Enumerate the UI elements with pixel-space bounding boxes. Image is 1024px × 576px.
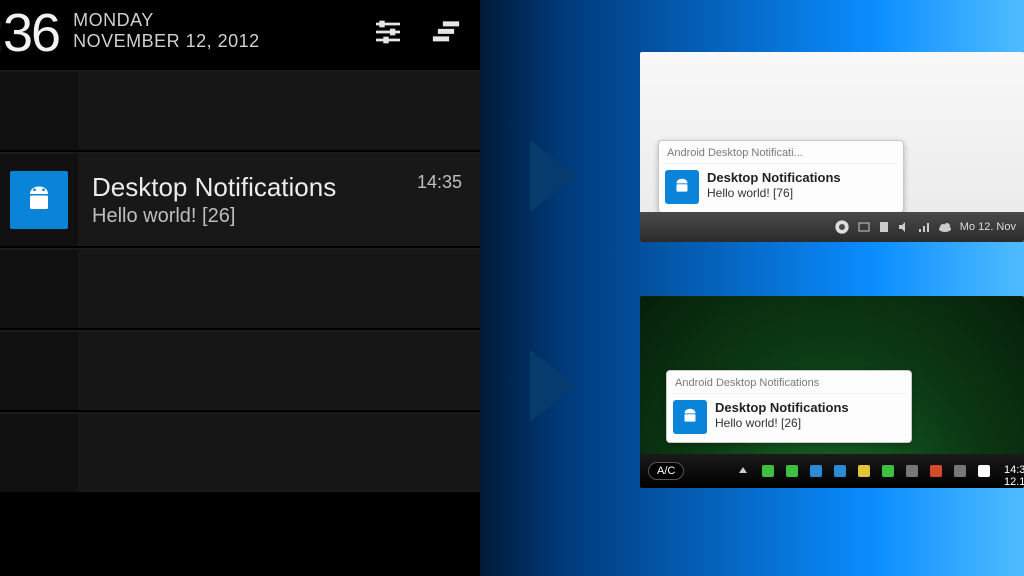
notification-row-placeholder	[0, 248, 480, 330]
tray-icon[interactable]	[858, 465, 870, 477]
network-icon[interactable]	[918, 221, 930, 233]
notification-title: Desktop Notifications	[92, 172, 466, 203]
popup-body: Hello world! [26]	[715, 416, 849, 430]
volume-icon[interactable]	[898, 221, 910, 233]
status-day: MONDAY	[73, 10, 260, 31]
chevron-up-icon[interactable]	[738, 465, 750, 477]
cloud-icon[interactable]	[938, 221, 952, 233]
system-tray: 14:3 12.11.	[736, 465, 1016, 477]
popup-header: Android Desktop Notificati...	[665, 145, 897, 164]
popup-title: Desktop Notifications	[715, 400, 849, 415]
chrome-icon[interactable]	[834, 219, 850, 235]
network-icon[interactable]	[954, 465, 966, 477]
tray-icon[interactable]	[930, 465, 942, 477]
status-date-text: NOVEMBER 12, 2012	[73, 31, 260, 52]
android-app-icon	[665, 170, 699, 204]
tray-icon[interactable]	[810, 465, 822, 477]
status-clock: :36	[0, 6, 59, 60]
desktop-notification-popup[interactable]: Android Desktop Notifications Desktop No…	[666, 370, 912, 443]
tray-icon[interactable]	[878, 221, 890, 233]
tray-icon[interactable]	[882, 465, 894, 477]
popup-header: Android Desktop Notifications	[673, 375, 905, 394]
popup-title: Desktop Notifications	[707, 170, 841, 185]
notification-row[interactable]: Desktop Notifications Hello world! [26] …	[0, 152, 480, 248]
status-bar: :36 MONDAY NOVEMBER 12, 2012	[0, 0, 480, 70]
android-app-icon	[673, 400, 707, 434]
popup-body: Hello world! [76]	[707, 186, 841, 200]
desktop-screenshot-linux: Android Desktop Notificati... Desktop No…	[640, 52, 1024, 242]
notification-row-placeholder	[0, 412, 480, 494]
taskbar: A/C 14:3 12.11.	[640, 454, 1024, 488]
taskbar: Mo 12. Nov	[640, 212, 1024, 242]
status-date: MONDAY NOVEMBER 12, 2012	[73, 10, 260, 51]
notification-app-icon-cell	[0, 154, 78, 246]
notification-row-placeholder	[0, 330, 480, 412]
power-badge[interactable]: A/C	[648, 462, 684, 480]
tray-icon[interactable]	[906, 465, 918, 477]
arrow-icon	[530, 140, 576, 212]
tray-icon[interactable]	[786, 465, 798, 477]
notification-row-placeholder	[0, 70, 480, 152]
volume-icon[interactable]	[978, 465, 990, 477]
notification-time: 14:35	[417, 172, 462, 193]
clear-all-icon[interactable]	[424, 10, 468, 54]
taskbar-clock[interactable]: 14:3 12.11.	[1002, 465, 1014, 477]
arrow-icon	[530, 350, 576, 422]
quick-settings-icon[interactable]	[366, 10, 410, 54]
tray-icon[interactable]	[834, 465, 846, 477]
tray-icon[interactable]	[858, 221, 870, 233]
tray-icon[interactable]	[762, 465, 774, 477]
system-tray: Mo 12. Nov	[834, 219, 1016, 235]
desktop-screenshot-windows: Android Desktop Notifications Desktop No…	[640, 296, 1024, 488]
desktop-notification-popup[interactable]: Android Desktop Notificati... Desktop No…	[658, 140, 904, 213]
taskbar-date: Mo 12. Nov	[960, 221, 1016, 233]
android-app-icon	[10, 171, 68, 229]
notification-body: Hello world! [26]	[92, 205, 466, 228]
android-notification-shade: :36 MONDAY NOVEMBER 12, 2012 Desktop Not…	[0, 0, 480, 576]
